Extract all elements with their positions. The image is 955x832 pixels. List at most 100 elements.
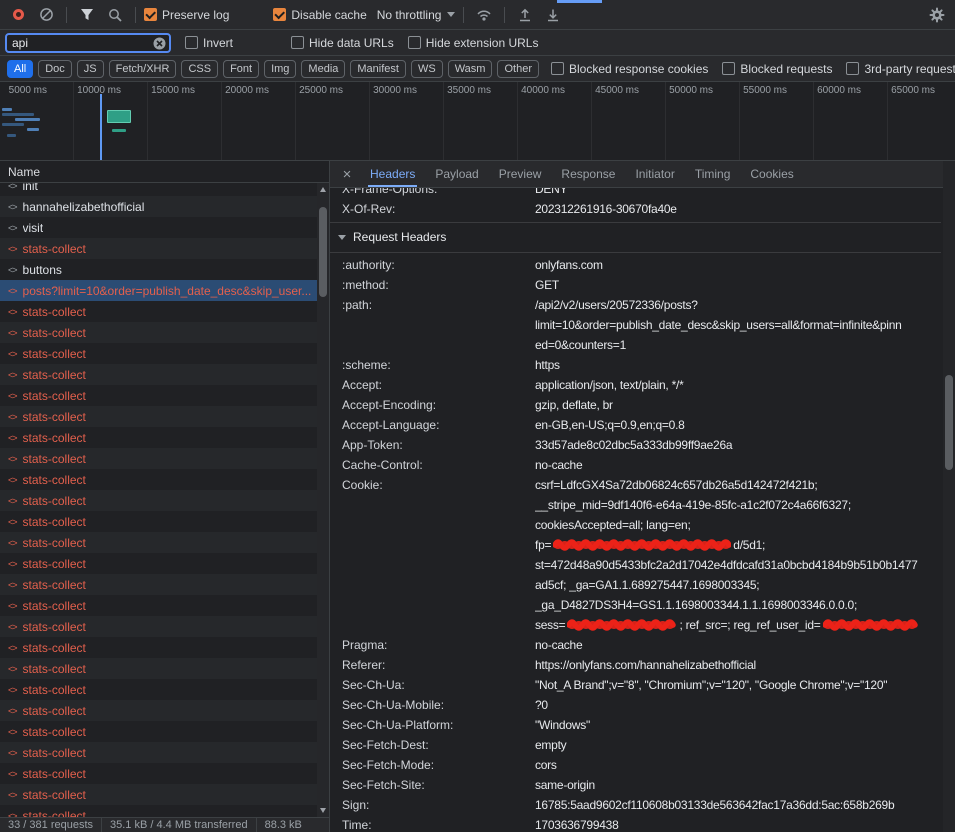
checkbox-box — [144, 8, 157, 21]
request-row[interactable]: <>stats-collect — [0, 301, 329, 322]
header-name: :scheme: — [330, 355, 535, 375]
record-button[interactable] — [6, 3, 30, 27]
request-row[interactable]: <>stats-collect — [0, 742, 329, 763]
settings-button[interactable] — [925, 3, 949, 27]
filter-chip-ws[interactable]: WS — [411, 60, 443, 78]
request-row[interactable]: <>stats-collect — [0, 658, 329, 679]
throttling-select[interactable]: No throttling — [377, 8, 456, 22]
request-row[interactable]: <>stats-collect — [0, 721, 329, 742]
filter-input[interactable] — [7, 36, 169, 50]
request-row[interactable]: <>stats-collect — [0, 595, 329, 616]
request-row[interactable]: <>stats-collect — [0, 553, 329, 574]
request-row[interactable]: <>stats-collect — [0, 679, 329, 700]
header-row: Sec-Ch-Ua-Platform:"Windows" — [330, 715, 941, 735]
request-row[interactable]: <>stats-collect — [0, 238, 329, 259]
search-icon — [108, 8, 122, 22]
export-har-button[interactable] — [541, 3, 565, 27]
tab-initiator[interactable]: Initiator — [625, 161, 684, 187]
header-name: Referer: — [330, 655, 535, 675]
details-scrollbar[interactable] — [943, 161, 955, 832]
tab-cookies[interactable]: Cookies — [740, 161, 803, 187]
filter-chip-all[interactable]: All — [7, 60, 33, 78]
overview-activity-bar — [112, 129, 126, 132]
request-row[interactable]: <>stats-collect — [0, 469, 329, 490]
preserve-log-checkbox[interactable]: Preserve log — [144, 8, 229, 22]
throttling-value: No throttling — [377, 8, 442, 22]
hide-extension-urls-checkbox[interactable]: Hide extension URLs — [408, 36, 539, 50]
request-row[interactable]: <>stats-collect — [0, 490, 329, 511]
invert-checkbox[interactable]: Invert — [185, 36, 233, 50]
request-row[interactable]: <>buttons — [0, 259, 329, 280]
preserve-log-label: Preserve log — [162, 8, 229, 22]
scroll-down-icon[interactable] — [320, 808, 326, 813]
request-name: stats-collect — [23, 473, 86, 487]
header-value-line: st=472d48a90d5433bfc2a2d17042e4dfdcafd31… — [535, 555, 941, 575]
request-row[interactable]: <>stats-collect — [0, 322, 329, 343]
request-row[interactable]: <>stats-collect — [0, 364, 329, 385]
close-icon[interactable]: × — [334, 166, 360, 183]
request-row[interactable]: <>stats-collect — [0, 385, 329, 406]
filter-chip-img[interactable]: Img — [264, 60, 296, 78]
request-row[interactable]: <>stats-collect — [0, 700, 329, 721]
checkbox-blocked-response-cookies[interactable]: Blocked response cookies — [551, 62, 708, 76]
request-row[interactable]: <>stats-collect — [0, 427, 329, 448]
request-row[interactable]: <>stats-collect — [0, 511, 329, 532]
request-row[interactable]: <>hannahelizabethofficial — [0, 196, 329, 217]
filter-chip-font[interactable]: Font — [223, 60, 259, 78]
filter-chip-manifest[interactable]: Manifest — [350, 60, 406, 78]
tab-timing[interactable]: Timing — [685, 161, 741, 187]
request-row[interactable]: <>stats-collect — [0, 343, 329, 364]
request-row[interactable]: <>stats-collect — [0, 406, 329, 427]
disable-cache-checkbox[interactable]: Disable cache — [273, 8, 366, 22]
network-conditions-button[interactable] — [472, 3, 496, 27]
scrollbar-thumb[interactable] — [945, 375, 953, 470]
request-row[interactable]: <>stats-collect — [0, 532, 329, 553]
request-row[interactable]: <>stats-collect — [0, 763, 329, 784]
header-name: Sec-Ch-Ua: — [330, 675, 535, 695]
tab-response[interactable]: Response — [551, 161, 625, 187]
tab-preview[interactable]: Preview — [489, 161, 552, 187]
checkbox-blocked-requests[interactable]: Blocked requests — [722, 62, 832, 76]
filter-chip-doc[interactable]: Doc — [38, 60, 72, 78]
scrollbar-thumb[interactable] — [319, 207, 327, 297]
overview-activity-bar — [2, 108, 12, 111]
request-row[interactable]: <>stats-collect — [0, 616, 329, 637]
name-column-header[interactable]: Name — [0, 161, 329, 183]
filter-chip-js[interactable]: JS — [77, 60, 104, 78]
request-row[interactable]: <>stats-collect — [0, 805, 329, 817]
request-row[interactable]: <>stats-collect — [0, 574, 329, 595]
request-name: stats-collect — [23, 515, 86, 529]
clear-button[interactable] — [34, 3, 58, 27]
request-row[interactable]: <>stats-collect — [0, 637, 329, 658]
request-row[interactable]: <>posts?limit=10&order=publish_date_desc… — [0, 280, 329, 301]
import-har-button[interactable] — [513, 3, 537, 27]
hide-data-urls-checkbox[interactable]: Hide data URLs — [291, 36, 394, 50]
filter-chip-css[interactable]: CSS — [181, 60, 218, 78]
scroll-up-icon[interactable] — [320, 187, 326, 192]
header-value-line: ?0 — [535, 695, 941, 715]
request-row[interactable]: <>visit — [0, 217, 329, 238]
filter-chip-media[interactable]: Media — [301, 60, 345, 78]
clear-filter-icon[interactable] — [153, 37, 166, 50]
header-value-line: sess=; ref_src=; reg_ref_user_id= — [535, 615, 941, 635]
request-row[interactable]: <>stats-collect — [0, 448, 329, 469]
request-headers-section[interactable]: Request Headers — [330, 225, 941, 249]
export-har-icon — [546, 8, 560, 22]
timeline-grid: 5000 ms10000 ms15000 ms20000 ms25000 ms3… — [0, 82, 955, 160]
search-button[interactable] — [103, 3, 127, 27]
filter-button[interactable] — [75, 3, 99, 27]
request-list-scrollbar[interactable] — [317, 183, 329, 817]
request-row[interactable]: <>stats-collect — [0, 784, 329, 805]
filter-chip-fetch-xhr[interactable]: Fetch/XHR — [109, 60, 177, 78]
header-value: onlyfans.com — [535, 255, 941, 275]
tab-payload[interactable]: Payload — [425, 161, 488, 187]
checkbox-3rd-party-requests[interactable]: 3rd-party requests — [846, 62, 955, 76]
request-row[interactable]: <>init — [0, 183, 329, 196]
timeline-tick-label: 45000 ms — [592, 82, 666, 160]
tab-headers[interactable]: Headers — [360, 161, 425, 187]
request-name: stats-collect — [23, 578, 86, 592]
timeline-overview[interactable]: 5000 ms10000 ms15000 ms20000 ms25000 ms3… — [0, 82, 955, 161]
request-name: stats-collect — [23, 494, 86, 508]
filter-chip-other[interactable]: Other — [497, 60, 539, 78]
filter-chip-wasm[interactable]: Wasm — [448, 60, 493, 78]
